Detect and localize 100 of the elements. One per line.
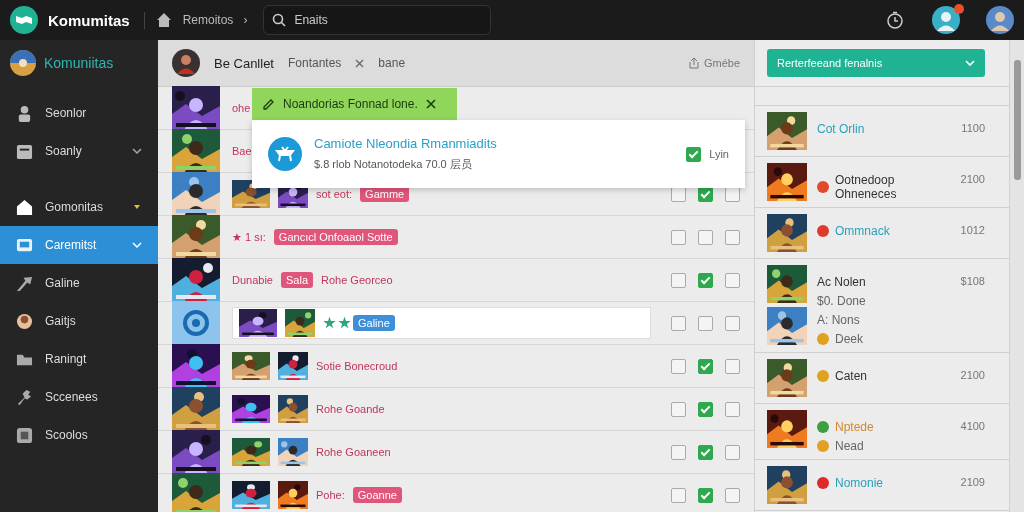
checkbox[interactable] <box>671 315 686 331</box>
item-value: 1100 <box>961 121 985 134</box>
tab[interactable]: Fontantes <box>288 56 342 70</box>
item-text: Cot Orlin <box>817 122 865 136</box>
checkbox[interactable] <box>698 229 713 245</box>
checkbox[interactable] <box>725 315 740 331</box>
checkbox[interactable] <box>671 487 686 503</box>
avatar[interactable] <box>986 6 1014 34</box>
list-item[interactable]: Nptede Nead 4100 <box>755 404 1009 460</box>
item-text: Deek <box>835 332 863 346</box>
list-item[interactable]: Ootnedoop Ohneneces 2100 <box>755 157 1009 208</box>
person-icon <box>16 104 33 122</box>
card-title: Camiote Nleondia Rmanmiadits <box>314 136 498 151</box>
checkbox[interactable] <box>725 229 740 245</box>
filter-dropdown[interactable]: Rerterfeeand fenalnis <box>767 49 985 77</box>
list-item[interactable]: Cot Orlin 1100 <box>755 106 1009 157</box>
avatar[interactable] <box>932 6 960 34</box>
sidebar-item[interactable]: Gaitjs <box>0 302 158 340</box>
row-text: Dunabie <box>232 274 273 286</box>
checkbox-label: Lyin <box>709 148 729 160</box>
list-row[interactable]: Sotie Bonecroud <box>158 345 754 388</box>
list-row[interactable]: Rohe Goaneen <box>158 431 754 474</box>
checkbox[interactable] <box>671 444 686 460</box>
list-item[interactable]: Nomonie 2109 <box>755 460 1009 511</box>
item-value: 2109 <box>960 475 985 488</box>
sidebar-item[interactable]: Soanly <box>0 132 158 170</box>
list-item[interactable]: Ommnack 1012 <box>755 208 1009 259</box>
avatar[interactable] <box>10 50 36 76</box>
row-text: Sotie Bonecroud <box>316 360 398 372</box>
checkbox[interactable] <box>698 401 713 417</box>
checkbox[interactable] <box>671 272 686 288</box>
target-icon <box>172 301 220 345</box>
channel-name: Be Canllet <box>214 55 274 71</box>
arrow-icon <box>16 274 33 292</box>
share-link[interactable]: Gmébe <box>687 57 740 69</box>
close-icon[interactable] <box>355 58 365 68</box>
item-value: 1012 <box>960 223 985 236</box>
checkbox[interactable] <box>698 358 713 374</box>
tag: Gancıcl Onfoaaol Sotte <box>273 229 398 245</box>
profile-name: Komuniitas <box>44 55 114 71</box>
sidebar-item[interactable]: Galine <box>0 264 158 302</box>
list-row[interactable]: Dunabie Sala Rohe Georceo <box>158 259 754 302</box>
checkbox[interactable] <box>725 358 740 374</box>
sidebar-item[interactable]: Gomonitas <box>0 188 158 226</box>
list-item[interactable]: Ac Nolen $0. Done A: Nons Deek $108 <box>755 259 1009 353</box>
selected-row-field[interactable]: Galine <box>232 307 651 339</box>
notification-badge <box>954 4 964 14</box>
search-field[interactable]: Enaits <box>263 5 492 35</box>
plane-icon <box>268 137 302 171</box>
share-icon <box>687 57 700 69</box>
breadcrumb-link[interactable]: Remoitos <box>182 13 234 27</box>
row-text: Pohe: <box>316 489 345 501</box>
checkbox[interactable] <box>671 229 686 245</box>
item-text: Nomonie <box>835 476 884 490</box>
toast-message: Noandorias Fonnad lone. <box>283 97 418 111</box>
box-icon <box>16 142 33 160</box>
item-text: Nptede <box>835 420 874 434</box>
checkbox[interactable] <box>725 272 740 288</box>
sidebar-item[interactable]: Scoolos <box>0 416 158 454</box>
checkbox[interactable] <box>725 444 740 460</box>
card-subtitle: $.8 rlob Notanotodeka 70.0 层员 <box>314 157 473 172</box>
sidebar-item[interactable]: Seonlor <box>0 94 158 132</box>
list-item[interactable]: Caten 2100 <box>755 353 1009 404</box>
checkbox[interactable] <box>698 272 713 288</box>
sidebar-item[interactable]: Raningt <box>0 340 158 378</box>
checkbox[interactable] <box>698 444 713 460</box>
filter-label: bane <box>378 56 406 70</box>
scrollbar[interactable] <box>1009 40 1024 512</box>
item-text: Caten <box>835 369 868 383</box>
clock-icon[interactable] <box>886 11 904 29</box>
pencil-icon <box>262 97 275 111</box>
sidebar-item[interactable]: Caremitst <box>0 226 158 264</box>
checkbox[interactable] <box>671 401 686 417</box>
list-row[interactable]: Rohe Goande <box>158 388 754 431</box>
item-text: Ootnedoop Ohneneces <box>835 173 898 201</box>
checkbox[interactable] <box>698 315 713 331</box>
item-value: $108 <box>960 274 985 287</box>
row-text: ★ 1 sı: <box>232 230 266 244</box>
close-icon[interactable] <box>425 99 436 109</box>
row-text: sot eot: <box>316 188 353 200</box>
checkbox[interactable] <box>686 146 702 162</box>
item-value: 2100 <box>960 172 985 185</box>
item-text: $0. Done <box>817 294 866 308</box>
checkbox[interactable] <box>725 401 740 417</box>
checkbox[interactable] <box>671 358 686 374</box>
square-icon <box>16 426 33 444</box>
item-text: A: Nons <box>817 313 860 327</box>
tag: Galine <box>353 315 395 331</box>
search-icon <box>272 13 287 27</box>
chevron-icon <box>132 146 142 156</box>
avatar[interactable] <box>172 49 200 77</box>
checkbox[interactable] <box>725 487 740 503</box>
item-text: Ommnack <box>835 224 890 238</box>
checkbox[interactable] <box>698 487 713 503</box>
list-row[interactable]: Pohe: Goanne <box>158 474 754 512</box>
sidebar-item[interactable]: Sccenees <box>0 378 158 416</box>
list-row[interactable]: Galine <box>158 302 754 345</box>
chevron-icon <box>965 58 975 68</box>
list-row[interactable]: ★ 1 sı: Gancıcl Onfoaaol Sotte <box>158 216 754 259</box>
tag: Goanne <box>352 487 402 503</box>
